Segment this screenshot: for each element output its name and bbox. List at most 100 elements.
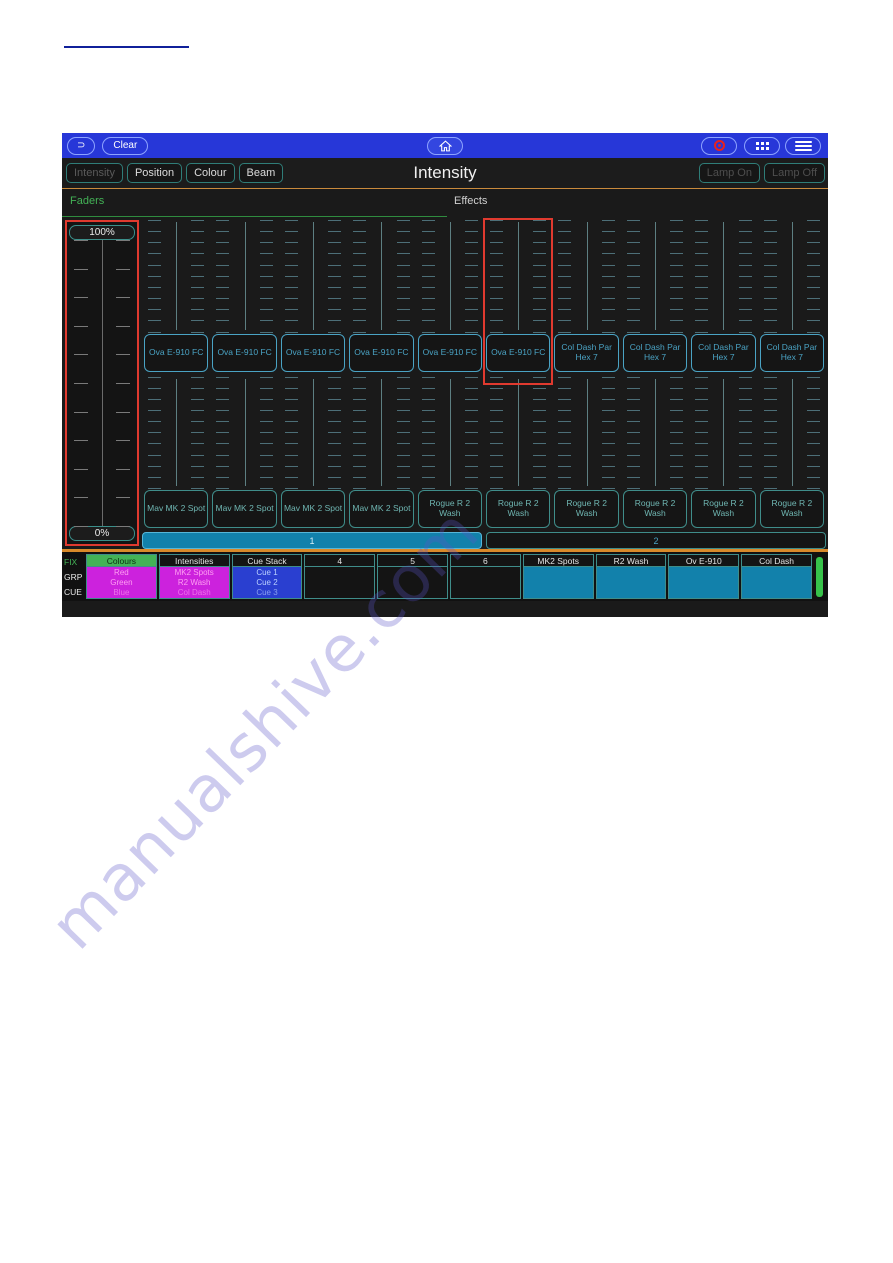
fader-track-top-6[interactable] <box>486 220 550 333</box>
fixture-button-top-9[interactable]: Col Dash Par Hex 7 <box>691 333 756 372</box>
fader-track-top-3[interactable] <box>281 220 345 333</box>
fixture-button-top-1[interactable]: Ova E-910 FC <box>144 333 209 372</box>
fader-track-bottom-9[interactable] <box>691 376 755 489</box>
lamp-off-button[interactable]: Lamp Off <box>763 163 825 183</box>
status-cell-body <box>522 567 594 599</box>
page-button-2[interactable]: 2 <box>486 532 826 549</box>
fixture-label: Ova E-910 FC <box>491 346 546 357</box>
fader-track-bottom-10[interactable] <box>760 376 824 489</box>
status-cell-8[interactable]: R2 Wash <box>595 554 667 599</box>
status-cell-line: R2 Wash <box>177 577 211 587</box>
fixture-button-bottom-2[interactable]: Mav MK 2 Spot <box>212 490 277 528</box>
fixture-button-top-5[interactable]: Ova E-910 FC <box>417 333 483 372</box>
status-cell-body <box>304 567 376 599</box>
tab-effects[interactable]: Effects <box>454 195 487 207</box>
clear-button[interactable]: Clear <box>102 136 149 155</box>
status-cell-4[interactable]: 4 <box>304 554 376 599</box>
fixture-label: Mav MK 2 Spot <box>283 503 343 514</box>
fixture-label: Mav MK 2 Spot <box>147 503 206 514</box>
status-cell-header: Ov E-910 <box>668 554 740 567</box>
fixture-label: Rogue R 2 Wash <box>429 498 471 518</box>
fader-track-bottom-6[interactable] <box>486 376 550 489</box>
status-cell-1[interactable]: Colours Red Green Blue <box>86 554 157 599</box>
fader-track-bottom-8[interactable] <box>623 376 687 489</box>
lamp-off-label: Lamp Off <box>771 167 817 179</box>
status-cell-6[interactable]: 6 <box>449 554 521 599</box>
back-button[interactable]: ⊃ <box>67 136 96 155</box>
status-cell-line: Red <box>114 567 129 577</box>
attribute-bar: Intensity Position Colour Beam Intensity… <box>62 158 828 189</box>
fader-column-5: Ova E-910 FC Rogue R 2 Wash <box>416 217 484 549</box>
status-cell-body: MK2 Spots R2 Wash Col Dash <box>158 567 230 599</box>
fader-track-top-9[interactable] <box>691 220 755 333</box>
record-icon <box>713 140 725 151</box>
fixture-button-bottom-9[interactable]: Rogue R 2 Wash <box>691 490 756 528</box>
attr-button-beam[interactable]: Beam <box>238 163 284 183</box>
fixture-button-top-4[interactable]: Ova E-910 FC <box>349 333 414 372</box>
home-icon <box>438 139 452 151</box>
page-button-1[interactable]: 1 <box>142 532 482 549</box>
attr-label-beam: Beam <box>246 167 276 179</box>
fader-track-top-10[interactable] <box>760 220 824 333</box>
tab-faders[interactable]: Faders <box>70 195 104 207</box>
grid-view-button[interactable] <box>744 136 780 155</box>
fixture-label: Mav MK 2 Spot <box>352 503 411 514</box>
attr-button-position[interactable]: Position <box>126 163 183 183</box>
attr-label-intensity: Intensity <box>74 167 115 179</box>
fader-track-bottom-4[interactable] <box>349 376 413 489</box>
fader-track-top-2[interactable] <box>212 220 276 333</box>
home-button[interactable] <box>427 136 463 155</box>
fixture-label: Rogue R 2 Wash <box>771 498 813 518</box>
fader-track-bottom-7[interactable] <box>554 376 618 489</box>
fader-area: 100% 0% Ova E-910 FC Mav MK 2 Spot Ova E-9… <box>62 217 828 549</box>
fader-track-top-5[interactable] <box>418 220 482 333</box>
fader-track-bottom-1[interactable] <box>144 376 208 489</box>
page-button-label: 1 <box>309 535 315 546</box>
fixture-button-bottom-10[interactable]: Rogue R 2 Wash <box>759 490 825 528</box>
status-cell-7[interactable]: MK2 Spots <box>522 554 594 599</box>
clear-button-label: Clear <box>113 139 138 151</box>
fader-track-top-1[interactable] <box>144 220 208 333</box>
attr-button-colour[interactable]: Colour <box>186 163 235 183</box>
lamp-on-button[interactable]: Lamp On <box>698 163 760 183</box>
status-cell-3[interactable]: Cue Stack Cue 1 Cue 2 Cue 3 <box>231 554 303 599</box>
back-arrow-icon: ⊃ <box>77 139 86 151</box>
fader-column-7: Col Dash Par Hex 7 Rogue R 2 Wash <box>552 217 620 549</box>
master-level-indicator[interactable] <box>812 554 826 599</box>
fader-track-bottom-5[interactable] <box>418 376 482 489</box>
fixture-button-top-6[interactable]: Ova E-910 FC <box>486 333 551 372</box>
fader-track-bottom-2[interactable] <box>212 376 276 489</box>
fixture-button-bottom-7[interactable]: Rogue R 2 Wash <box>554 490 619 528</box>
status-cell-9[interactable]: Ov E-910 <box>668 554 740 599</box>
fixture-button-top-10[interactable]: Col Dash Par Hex 7 <box>759 333 825 372</box>
fixture-button-bottom-1[interactable]: Mav MK 2 Spot <box>144 490 209 528</box>
fader-track-top-8[interactable] <box>623 220 687 333</box>
status-cell-10[interactable]: Col Dash <box>741 554 812 599</box>
fader-column-4: Ova E-910 FC Mav MK 2 Spot <box>347 217 415 549</box>
fixture-button-top-8[interactable]: Col Dash Par Hex 7 <box>622 333 688 372</box>
fixture-button-bottom-6[interactable]: Rogue R 2 Wash <box>486 490 551 528</box>
fader-track-top-7[interactable] <box>554 220 618 333</box>
fixture-button-bottom-3[interactable]: Mav MK 2 Spot <box>280 490 346 528</box>
fixture-button-top-7[interactable]: Col Dash Par Hex 7 <box>554 333 619 372</box>
fader-columns: Ova E-910 FC Mav MK 2 Spot Ova E-910 FC Mav… <box>142 217 826 549</box>
fader-track-bottom-3[interactable] <box>281 376 345 489</box>
fixture-button-bottom-4[interactable]: Mav MK 2 Spot <box>349 490 414 528</box>
fader-track-top-4[interactable] <box>349 220 413 333</box>
page-top-link-underline[interactable] <box>64 46 189 48</box>
status-row-label-cue: CUE <box>64 586 82 597</box>
fader-scale-column[interactable]: 100% 0% <box>65 220 139 546</box>
fixture-label: Ova E-910 FC <box>217 346 272 357</box>
status-cell-5[interactable]: 5 <box>377 554 448 599</box>
fixture-label: Ova E-910 FC <box>422 346 477 357</box>
fixture-button-bottom-8[interactable]: Rogue R 2 Wash <box>622 490 688 528</box>
status-cell-header: 4 <box>304 554 376 567</box>
status-cell-2[interactable]: Intensities MK2 Spots R2 Wash Col Dash <box>158 554 230 599</box>
fixture-button-bottom-5[interactable]: Rogue R 2 Wash <box>417 490 483 528</box>
fixture-button-top-3[interactable]: Ova E-910 FC <box>280 333 346 372</box>
attr-button-intensity[interactable]: Intensity <box>66 163 123 183</box>
status-cell-line: Cue 3 <box>256 587 278 597</box>
record-button[interactable] <box>701 136 737 155</box>
menu-button[interactable] <box>785 136 821 155</box>
fixture-button-top-2[interactable]: Ova E-910 FC <box>212 333 277 372</box>
